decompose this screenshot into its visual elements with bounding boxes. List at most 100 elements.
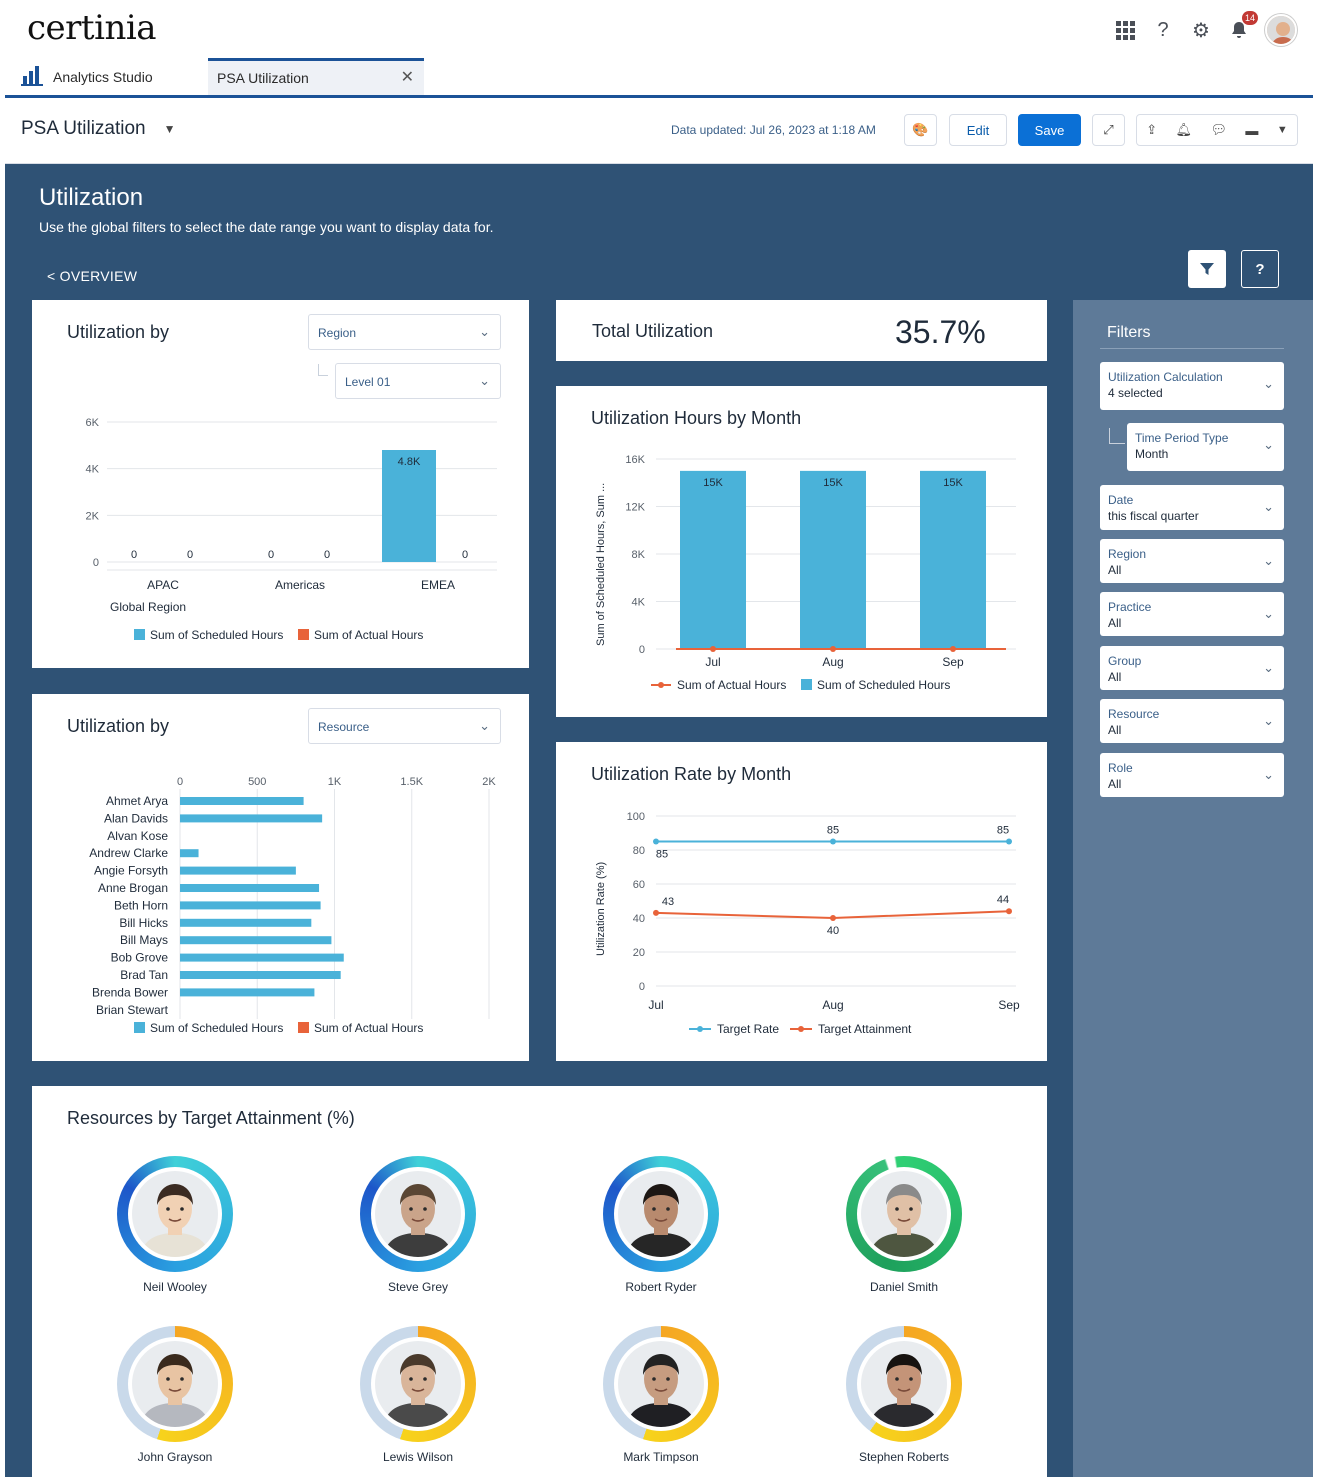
y-tick-label: 4K <box>632 597 646 609</box>
certinia-logo[interactable]: certinia <box>27 8 157 48</box>
overview-link[interactable]: < OVERVIEW <box>47 268 137 284</box>
filter-region[interactable]: Region All ⌄ <box>1100 539 1284 583</box>
attainment-ring <box>603 1326 719 1442</box>
y-tick-label: Bill Hicks <box>119 916 168 930</box>
dashboard-title[interactable]: PSA Utilization ▼ <box>21 118 176 140</box>
page-subtitle: Use the global filters to select the dat… <box>39 219 494 235</box>
attainment-ring <box>360 1156 476 1272</box>
utilization-by-resource-card: Utilization by Resource ⌄ 0 500 1K 1.5K 2K Ah… <box>32 694 529 1061</box>
resource-card[interactable]: Neil Wooley <box>85 1156 265 1294</box>
total-utilization-value: 35.7% <box>895 314 986 350</box>
resource-card[interactable]: John Grayson <box>85 1326 265 1464</box>
dashboard-canvas: Utilization Use the global filters to se… <box>5 164 1313 1477</box>
tab-psa-utilization[interactable]: PSA Utilization ✕ <box>208 58 424 95</box>
x-tick-label: 500 <box>248 776 266 788</box>
point-target-rate <box>653 838 659 845</box>
resource-card[interactable]: Lewis Wilson <box>328 1326 508 1464</box>
resource-name: Daniel Smith <box>869 1280 939 1294</box>
data-label: 40 <box>827 925 839 937</box>
app-name[interactable]: Analytics Studio <box>21 64 153 89</box>
y-tick-label: Ahmet Arya <box>106 794 168 808</box>
bar-sum-of-scheduled-hours <box>180 953 344 962</box>
y-tick-label: Bob Grove <box>111 951 169 965</box>
filter-icon <box>1200 263 1214 275</box>
edit-button[interactable]: Edit <box>949 114 1007 146</box>
help-button[interactable]: ? <box>1241 250 1279 288</box>
legend-marker-actual <box>658 682 664 688</box>
point-target-attainment <box>830 915 836 921</box>
bell-subscribe-icon[interactable]: 🔔︎ <box>1176 122 1193 138</box>
resource-photo <box>861 1341 947 1427</box>
resource-card[interactable]: Stephen Roberts <box>814 1326 994 1464</box>
filter-practice[interactable]: Practice All ⌄ <box>1100 592 1284 636</box>
resource-name: Stephen Roberts <box>858 1450 950 1464</box>
bar-sum-of-scheduled-hours <box>180 849 199 858</box>
help-icon[interactable]: ? <box>1151 18 1175 42</box>
legend-swatch-scheduled <box>134 1022 145 1033</box>
resource-card[interactable]: Robert Ryder <box>571 1156 751 1294</box>
filter-toggle-button[interactable] <box>1188 250 1226 288</box>
legend-label: Sum of Actual Hours <box>677 678 786 692</box>
close-icon[interactable]: ✕ <box>401 67 414 87</box>
x-tick-label: 1K <box>328 776 342 788</box>
divider <box>1100 348 1284 349</box>
folder-icon[interactable]: ▬ <box>1245 123 1258 138</box>
filter-value: All <box>1108 616 1122 630</box>
notifications-bell-icon[interactable]: 14 <box>1227 11 1258 42</box>
y-axis-title: Utilization Rate (%) <box>595 862 607 956</box>
filters-title: Filters <box>1107 324 1151 341</box>
chevron-down-icon: ⌄ <box>1263 660 1274 675</box>
data-label: 85 <box>997 825 1009 837</box>
resource-name: Mark Timpson <box>623 1450 699 1464</box>
resource-photo <box>132 1341 218 1427</box>
filter-resource[interactable]: Resource All ⌄ <box>1100 699 1284 743</box>
filter-time-period-type[interactable]: Time Period Type Month ⌄ <box>1127 423 1284 471</box>
resource-photo <box>861 1171 947 1257</box>
more-actions-chevron-icon[interactable]: ▼ <box>1277 124 1288 136</box>
x-tick-label: Aug <box>822 998 843 1012</box>
resource-card[interactable]: Steve Grey <box>328 1156 508 1294</box>
app-name-label: Analytics Studio <box>53 68 153 85</box>
global-header: certinia ? ⚙ 14 <box>5 0 1313 58</box>
x-tick-label: Sep <box>998 998 1020 1012</box>
user-avatar[interactable] <box>1265 14 1297 46</box>
page-title: Utilization <box>39 184 144 211</box>
legend-marker-target-rate <box>697 1026 703 1032</box>
filter-value: All <box>1108 563 1122 577</box>
resource-card[interactable]: Daniel Smith <box>814 1156 994 1294</box>
filter-role[interactable]: Role All ⌄ <box>1100 753 1284 797</box>
dashboard-title-text: PSA Utilization <box>21 118 146 139</box>
chevron-down-icon[interactable]: ▼ <box>164 122 176 136</box>
resource-photo <box>618 1341 704 1427</box>
y-tick-label: 6K <box>86 417 100 429</box>
hours-by-month-chart: 0 4K 8K 12K 16K 15K Jul 15K Aug 15K Sep Sum of Sche… <box>595 454 1016 692</box>
y-tick-label: Brian Stewart <box>96 1003 169 1017</box>
gear-icon[interactable]: ⚙ <box>1189 18 1213 42</box>
app-launcher-icon[interactable] <box>1113 18 1137 42</box>
filter-group[interactable]: Group All ⌄ <box>1100 646 1284 690</box>
resource-photo <box>375 1341 461 1427</box>
fullscreen-button[interactable]: ⤢ <box>1092 114 1125 146</box>
y-tick-label: Anne Brogan <box>98 881 168 895</box>
y-tick-label: Beth Horn <box>114 898 168 912</box>
bar-sum-of-scheduled-hours <box>800 470 866 649</box>
filter-utilization-calculation[interactable]: Utilization Calculation 4 selected ⌄ <box>1100 362 1284 410</box>
theme-button[interactable]: 🎨 <box>904 114 937 146</box>
legend-label: Sum of Scheduled Hours <box>150 1021 283 1035</box>
legend-swatch-scheduled <box>801 679 812 690</box>
y-tick-label: 0 <box>639 644 645 656</box>
point-target-attainment <box>653 909 659 916</box>
x-tick-label: Sep <box>942 655 964 669</box>
share-icon[interactable]: ⇪ <box>1146 122 1157 138</box>
y-tick-label: 0 <box>639 981 645 993</box>
resource-card[interactable]: Mark Timpson <box>571 1326 751 1464</box>
x-tick-label: 1.5K <box>400 776 423 788</box>
comment-icon[interactable]: 💬︎ <box>1210 122 1227 138</box>
filter-label: Time Period Type <box>1135 431 1229 445</box>
point-sum-of-actual-hours <box>830 646 836 652</box>
attainment-ring <box>846 1156 962 1272</box>
filter-label: Group <box>1108 654 1142 668</box>
attainment-ring <box>117 1326 233 1442</box>
save-button[interactable]: Save <box>1018 114 1081 146</box>
filter-date[interactable]: Date this fiscal quarter ⌄ <box>1100 485 1284 530</box>
